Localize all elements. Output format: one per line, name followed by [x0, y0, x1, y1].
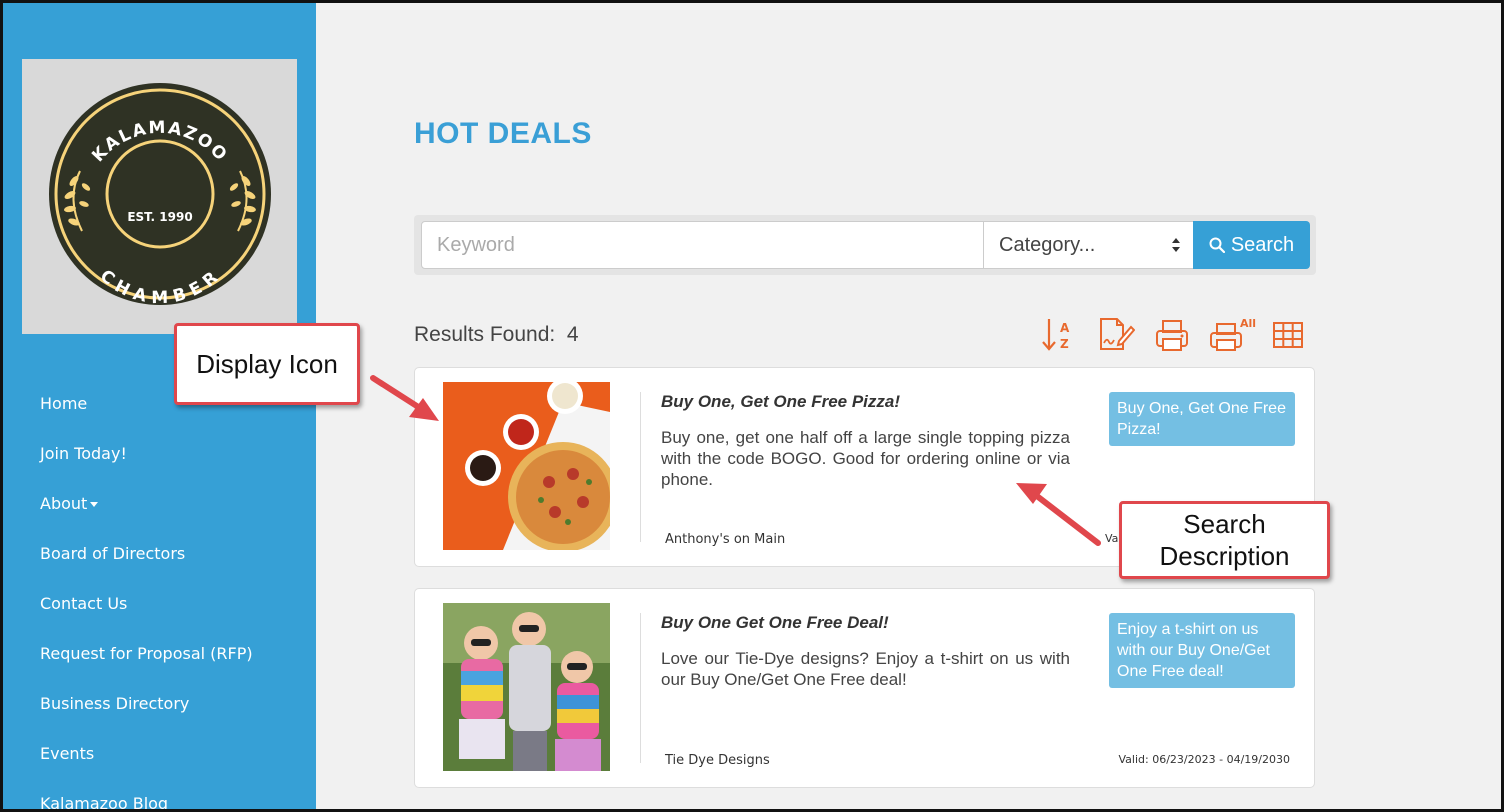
results-label: Results Found: [414, 323, 556, 346]
card-divider [640, 613, 641, 763]
print-all-icon[interactable]: All [1208, 315, 1256, 355]
logo-center-text: EST. 1990 [127, 210, 192, 224]
signature-icon[interactable] [1095, 315, 1136, 355]
search-bar: Category... Search [414, 215, 1316, 275]
category-select[interactable]: Category... [983, 221, 1194, 269]
search-icon [1209, 237, 1225, 254]
deal-description: Love our Tie-Dye designs? Enjoy a t-shir… [661, 649, 1070, 689]
deal-tagline[interactable]: Buy One, Get One Free Pizza! [1109, 392, 1295, 446]
chamber-logo-emblem: KALAMAZOO CHAMBER EST. 1990 [49, 83, 271, 308]
sidebar-item-about-label: About [40, 494, 88, 513]
sidebar-item-business-directory[interactable]: Business Directory [40, 691, 253, 741]
deal-image-tie-dye[interactable] [443, 603, 610, 771]
caret-down-icon [90, 502, 99, 507]
search-button-label: Search [1230, 234, 1295, 256]
svg-text:Z: Z [1060, 337, 1069, 351]
chamber-logo[interactable]: KALAMAZOO CHAMBER EST. 1990 [22, 59, 297, 334]
annotation-search-description: Search Description [1119, 501, 1330, 579]
deal-valid-dates: Valid: 06/23/2023 - 04/19/2030 [1118, 753, 1290, 766]
sidebar: KALAMAZOO CHAMBER EST. 1990 Home Join To… [3, 3, 316, 809]
print-icon[interactable] [1152, 315, 1192, 355]
sidebar-item-join-today[interactable]: Join Today! [40, 441, 253, 491]
deal-description: Buy one, get one half off a large single… [661, 428, 1070, 489]
keyword-input[interactable] [421, 221, 984, 269]
sidebar-item-about[interactable]: About [40, 491, 253, 541]
sidebar-item-events[interactable]: Events [40, 741, 253, 791]
deal-title[interactable]: Buy One Get One Free Deal! [661, 613, 889, 633]
svg-text:A: A [1060, 321, 1070, 335]
sidebar-item-board-of-directors[interactable]: Board of Directors [40, 541, 253, 591]
select-arrows-icon [1172, 238, 1180, 252]
results-found: Results Found: 4 [414, 323, 579, 347]
page-frame: KALAMAZOO CHAMBER EST. 1990 Home Join To… [0, 0, 1504, 812]
sidebar-item-contact-us[interactable]: Contact Us [40, 591, 253, 641]
deal-title[interactable]: Buy One, Get One Free Pizza! [661, 392, 900, 412]
annotation-search-line2: Description [1159, 541, 1290, 571]
deal-tagline[interactable]: Enjoy a t-shirt on us with our Buy One/G… [1109, 613, 1295, 688]
deal-business-name[interactable]: Tie Dye Designs [665, 753, 770, 768]
annotation-display-icon-text: Display Icon [196, 349, 338, 379]
deal-image-pizza[interactable] [443, 382, 610, 550]
sidebar-nav: Home Join Today! About Board of Director… [40, 391, 253, 809]
page-title: HOT DEALS [414, 117, 592, 150]
sidebar-item-rfp[interactable]: Request for Proposal (RFP) [40, 641, 253, 691]
print-all-badge: All [1240, 317, 1256, 330]
deal-valid-dates: Va [1105, 532, 1119, 545]
search-button[interactable]: Search [1193, 221, 1310, 269]
deal-business-name[interactable]: Anthony's on Main [665, 532, 785, 547]
sort-az-icon[interactable]: A Z [1040, 315, 1080, 355]
category-select-value: Category... [999, 234, 1096, 256]
results-count: 4 [566, 323, 579, 346]
annotation-search-line1: Search [1183, 509, 1266, 539]
grid-view-icon[interactable] [1269, 315, 1309, 355]
annotation-display-icon: Display Icon [174, 323, 360, 405]
sidebar-item-kalamazoo-blog[interactable]: Kalamazoo Blog [40, 791, 253, 809]
card-divider [640, 392, 641, 542]
deal-card[interactable]: Buy One Get One Free Deal! Love our Tie-… [414, 588, 1315, 788]
